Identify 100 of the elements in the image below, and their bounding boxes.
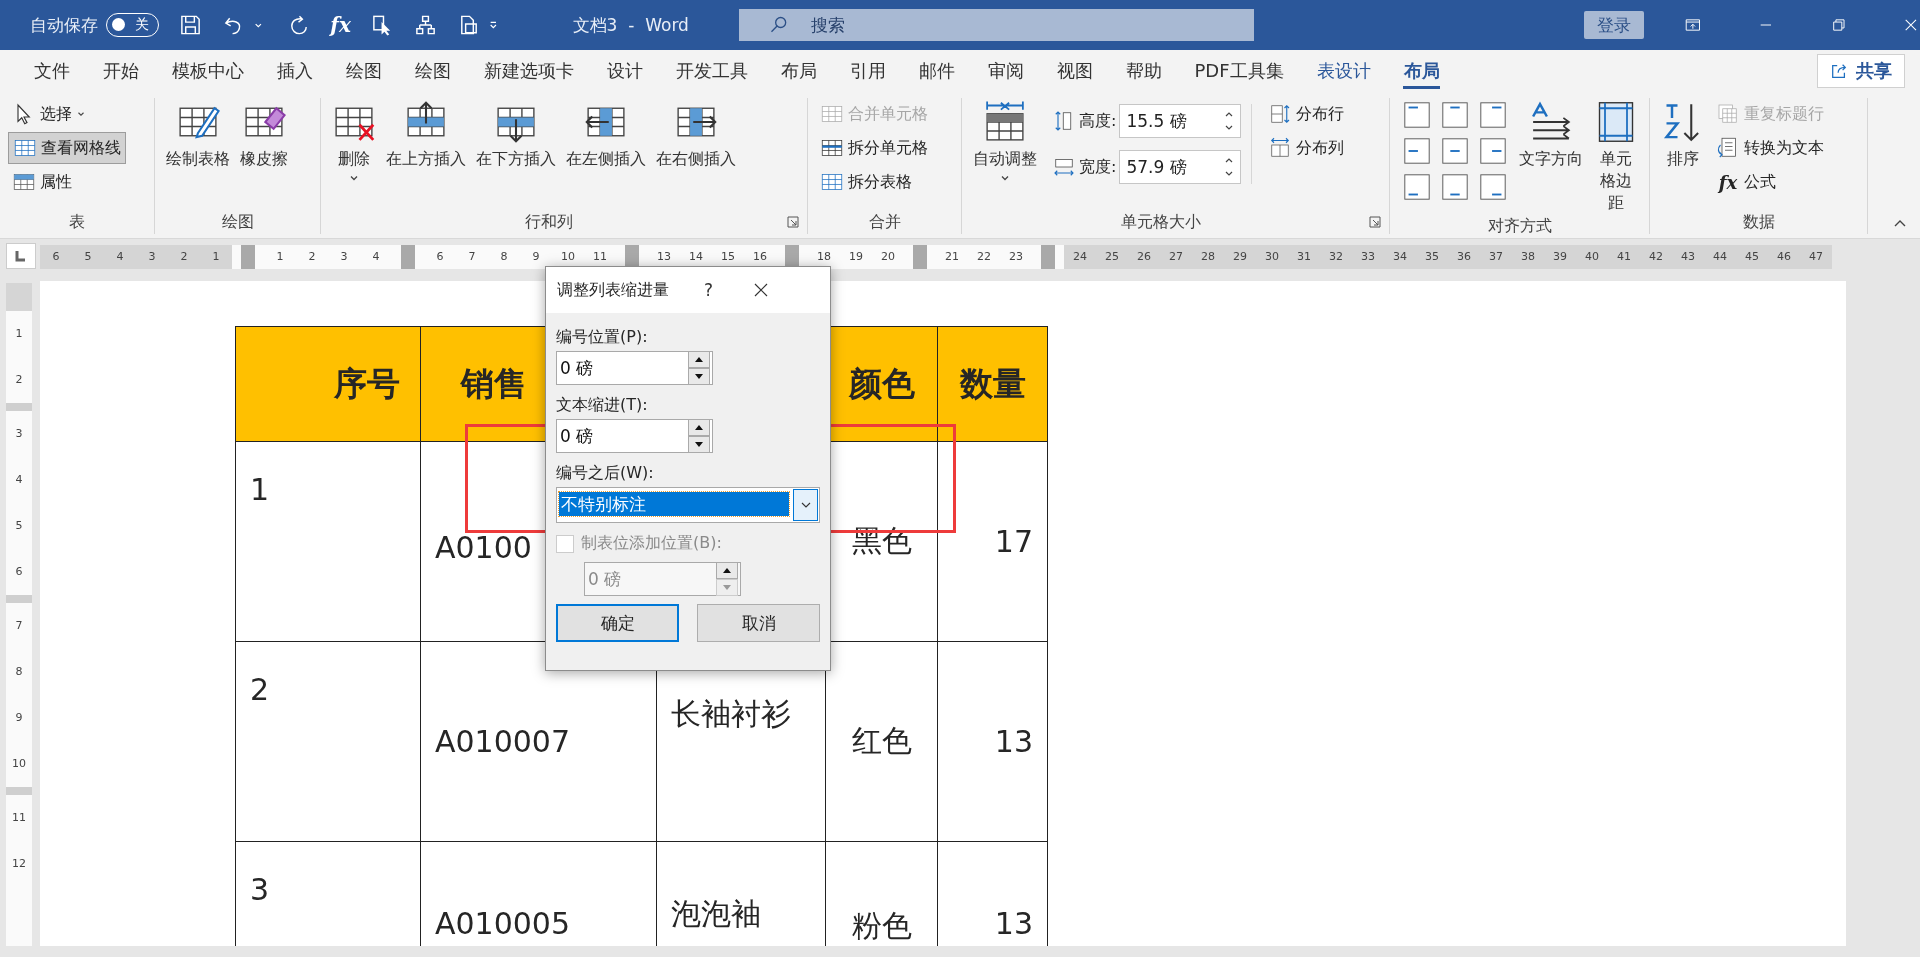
ribbon-tab[interactable]: 新建选项卡: [467, 50, 590, 92]
spin-arrows-icon[interactable]: [716, 562, 738, 596]
ribbon-tab[interactable]: 邮件: [902, 50, 971, 92]
column-marker[interactable]: [1041, 245, 1055, 269]
ribbon-tab[interactable]: 开发工具: [659, 50, 764, 92]
ribbon-tab[interactable]: PDF工具集: [1178, 50, 1301, 92]
dialog-button[interactable]: 确定: [556, 604, 679, 642]
align-icon[interactable]: [1478, 136, 1508, 166]
ribbon-button[interactable]: 删除: [329, 98, 379, 186]
column-marker[interactable]: [401, 245, 415, 269]
ribbon-tab[interactable]: 引用: [833, 50, 902, 92]
ribbon-tab[interactable]: 绘图: [398, 50, 467, 92]
align-icon[interactable]: [1402, 100, 1432, 130]
dialog-launcher-icon[interactable]: [1369, 216, 1381, 228]
table-cell: 1: [236, 442, 421, 642]
share-icon: [1830, 62, 1848, 80]
ribbon-button[interactable]: 转换为文本: [1712, 132, 1828, 164]
align-icon[interactable]: [1478, 172, 1508, 202]
ribbon-tab[interactable]: 文件: [17, 50, 86, 92]
align-icon[interactable]: [1478, 100, 1508, 130]
ruler-number: 7: [15, 618, 23, 634]
spin-field[interactable]: 15.5 磅: [1119, 104, 1242, 138]
formula-button[interactable]: fx: [330, 13, 351, 37]
table-arrows-icon: [983, 100, 1027, 144]
spin-field[interactable]: 57.9 磅: [1119, 150, 1242, 184]
ribbon-button[interactable]: 单元格边距: [1590, 98, 1641, 216]
ruler-number: 4: [371, 249, 381, 265]
dialog-button[interactable]: 取消: [697, 604, 820, 642]
align-icon[interactable]: [1440, 136, 1470, 166]
ribbon-tab[interactable]: 审阅: [971, 50, 1040, 92]
tab-stop-icon[interactable]: [6, 243, 36, 269]
align-icon[interactable]: [1440, 100, 1470, 130]
dropdown-field[interactable]: 不特别标注: [556, 487, 820, 523]
ruler-number: 5: [15, 518, 23, 534]
ruler-number: 4: [15, 472, 23, 488]
table-cell: A010005: [421, 842, 657, 946]
help-button[interactable]: ?: [704, 280, 714, 300]
row-marker[interactable]: [6, 595, 32, 603]
ribbon-button[interactable]: 属性: [8, 166, 126, 198]
group-label: 行和列: [525, 211, 573, 233]
ruler-number: 1: [275, 249, 285, 265]
ribbon-button[interactable]: 分布列: [1264, 132, 1349, 164]
ribbon-button[interactable]: 排序: [1658, 98, 1708, 172]
column-marker[interactable]: [241, 245, 255, 269]
spin-arrows-icon[interactable]: [688, 351, 710, 385]
ruler-number: 44: [1712, 249, 1728, 265]
ribbon-tab[interactable]: 帮助: [1109, 50, 1178, 92]
column-marker[interactable]: [785, 245, 799, 269]
table-cell: 13: [938, 842, 1048, 946]
ribbon-button[interactable]: 查看网格线: [8, 132, 126, 164]
ribbon-button[interactable]: 自动调整: [970, 98, 1040, 186]
ribbon-tab[interactable]: 绘图: [329, 50, 398, 92]
ruler-number: 10: [12, 756, 26, 772]
dialog-launcher-icon[interactable]: [787, 216, 799, 228]
ribbon-button[interactable]: 拆分表格: [816, 166, 932, 198]
ribbon-button[interactable]: 在下方插入: [473, 98, 559, 172]
ribbon-tab[interactable]: 开始: [86, 50, 155, 92]
ribbon-tab[interactable]: 设计: [590, 50, 659, 92]
search-field[interactable]: 搜索: [738, 9, 1254, 41]
ruler-number: 26: [1136, 249, 1152, 265]
ruler-number: 8: [15, 664, 23, 680]
dropdown-button[interactable]: [793, 489, 818, 521]
ribbon-button[interactable]: 绘制表格: [163, 98, 233, 172]
ruler-number: 36: [1456, 249, 1472, 265]
field-label: 编号位置(P):: [556, 326, 649, 348]
ruler-number: 12: [12, 856, 26, 872]
align-icon[interactable]: [1402, 136, 1432, 166]
ruler-number: 2: [179, 249, 189, 265]
ruler-number: 37: [1488, 249, 1504, 265]
ribbon-button[interactable]: 拆分单元格: [816, 132, 932, 164]
dialog-title: 调整列表缩进量: [557, 279, 669, 301]
ribbon-tab[interactable]: 模板中心: [155, 50, 260, 92]
ribbon-button[interactable]: 选择: [8, 98, 126, 130]
ribbon-button[interactable]: 文字方向: [1516, 98, 1586, 172]
align-icon[interactable]: [1402, 172, 1432, 202]
ribbon-tab[interactable]: 布局: [764, 50, 833, 92]
ribbon-button[interactable]: 在左侧插入: [563, 98, 649, 172]
ribbon-button[interactable]: 橡皮擦: [237, 98, 291, 172]
search-icon: [768, 15, 789, 35]
ribbon-button[interactable]: 在右侧插入: [653, 98, 739, 172]
ruler-number: 6: [51, 249, 61, 265]
share-button[interactable]: 共享: [1817, 54, 1905, 88]
ribbon-button[interactable]: 在上方插入: [383, 98, 469, 172]
ribbon-tab[interactable]: 表设计: [1300, 50, 1388, 92]
row-marker[interactable]: [6, 403, 32, 411]
row-marker[interactable]: [6, 787, 32, 795]
ribbon-tab[interactable]: 布局: [1387, 50, 1457, 92]
spin-arrows-icon[interactable]: [688, 419, 710, 453]
ribbon-tab[interactable]: 视图: [1040, 50, 1109, 92]
ribbon-button[interactable]: 分布行: [1264, 98, 1349, 130]
ruler-number: 3: [339, 249, 349, 265]
column-marker[interactable]: [913, 245, 927, 269]
sign-in-button[interactable]: 登录: [1583, 11, 1645, 39]
ruler-number: 20: [880, 249, 896, 265]
ruler-number: 39: [1552, 249, 1568, 265]
table-cell: 3: [236, 842, 421, 946]
column-marker[interactable]: [625, 245, 639, 269]
align-icon[interactable]: [1440, 172, 1470, 202]
ribbon-button[interactable]: fx 公式: [1712, 166, 1828, 198]
ribbon-tab[interactable]: 插入: [260, 50, 329, 92]
